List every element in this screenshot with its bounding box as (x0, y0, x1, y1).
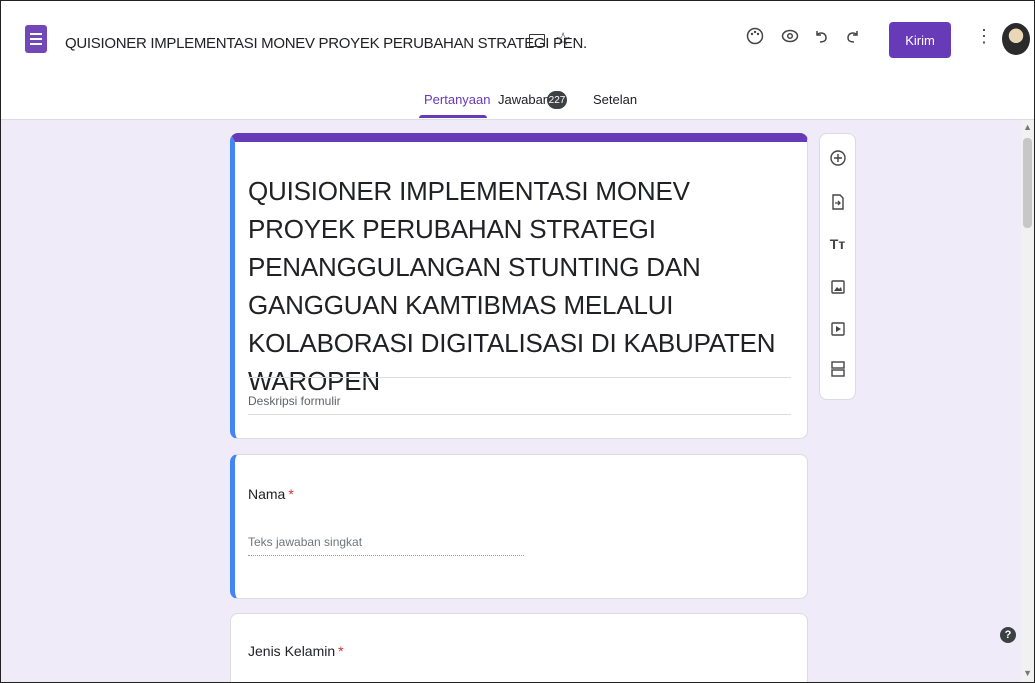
required-asterisk: * (338, 643, 344, 659)
side-toolbar: Tт (819, 133, 856, 400)
redo-icon[interactable] (845, 27, 861, 50)
tab-responses[interactable]: Jawaban (498, 92, 550, 107)
tab-questions[interactable]: Pertanyaan (424, 92, 491, 107)
help-icon[interactable]: ? (1000, 627, 1016, 643)
responses-count-badge: 227 (547, 91, 567, 109)
import-questions-icon[interactable] (820, 194, 855, 214)
add-question-icon[interactable] (820, 150, 855, 170)
question-label: Jenis Kelamin * (248, 643, 344, 659)
question-label: Nama * (248, 486, 294, 502)
add-video-icon[interactable] (820, 322, 855, 340)
vertical-scrollbar[interactable]: ▲ ▼ (1021, 120, 1034, 682)
tab-settings[interactable]: Setelan (593, 92, 637, 107)
scroll-down-icon[interactable]: ▼ (1023, 668, 1032, 678)
divider (248, 377, 791, 378)
folder-icon[interactable] (529, 34, 545, 47)
add-title-icon[interactable]: Tт (820, 236, 855, 252)
avatar[interactable] (1002, 23, 1030, 55)
more-vert-icon[interactable]: ⋮ (975, 26, 993, 47)
required-asterisk: * (288, 486, 294, 502)
question-card-jenis-kelamin[interactable]: Jenis Kelamin * (230, 613, 808, 682)
answer-underline (248, 555, 524, 556)
add-image-icon[interactable] (820, 280, 855, 298)
document-title[interactable]: QUISIONER IMPLEMENTASI MONEV PROYEK PERU… (65, 35, 587, 52)
form-title[interactable]: QUISIONER IMPLEMENTASI MONEV PROYEK PERU… (248, 172, 778, 400)
question-card-nama[interactable]: Nama * Teks jawaban singkat (230, 454, 808, 599)
divider (248, 414, 791, 415)
form-canvas: QUISIONER IMPLEMENTASI MONEV PROYEK PERU… (1, 120, 1034, 682)
active-tab-indicator (419, 115, 487, 118)
palette-icon[interactable] (746, 27, 764, 50)
star-icon[interactable]: ☆ (555, 29, 571, 50)
scrollbar-thumb[interactable] (1023, 138, 1032, 228)
forms-editor-window: QUISIONER IMPLEMENTASI MONEV PROYEK PERU… (0, 0, 1035, 683)
short-answer-placeholder: Teks jawaban singkat (248, 535, 363, 549)
form-description-field[interactable]: Deskripsi formulir (248, 394, 341, 408)
tab-bar: Pertanyaan Jawaban 227 Setelan (1, 87, 1034, 120)
preview-eye-icon[interactable] (781, 27, 799, 50)
send-button[interactable]: Kirim (889, 22, 951, 58)
top-bar: QUISIONER IMPLEMENTASI MONEV PROYEK PERU… (1, 1, 1034, 91)
scroll-up-icon[interactable]: ▲ (1023, 122, 1032, 132)
form-title-card[interactable]: QUISIONER IMPLEMENTASI MONEV PROYEK PERU… (230, 133, 808, 439)
add-section-icon[interactable] (820, 361, 855, 381)
forms-app-icon[interactable] (25, 25, 47, 53)
undo-icon[interactable] (813, 27, 829, 50)
